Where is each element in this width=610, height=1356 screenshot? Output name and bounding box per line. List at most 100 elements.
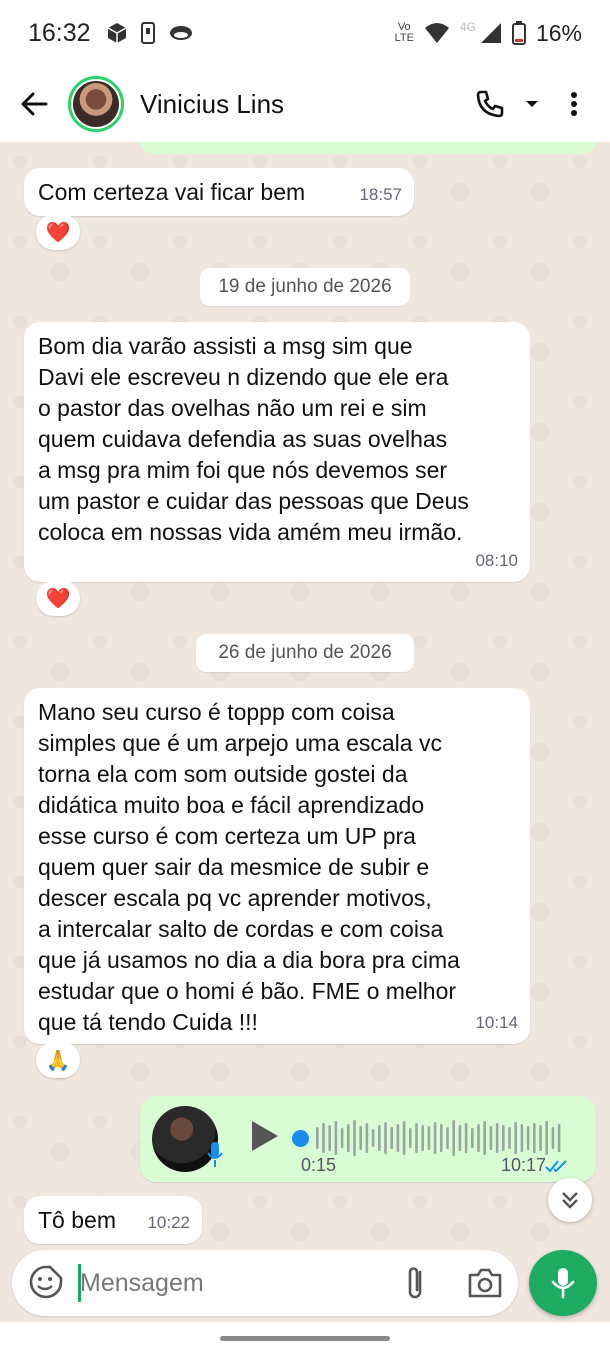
voice-message-outgoing[interactable]: 0:15 10:17: [140, 1096, 596, 1182]
sticker-icon: [29, 1265, 63, 1299]
camera-button[interactable]: [466, 1264, 504, 1302]
waveform-bar: [433, 1122, 437, 1154]
message-time: 08:10: [475, 551, 518, 570]
battery-percent: 16%: [535, 19, 582, 46]
waveform-bar: [384, 1122, 387, 1154]
waveform-bar: [452, 1120, 455, 1156]
status-time: 16:32: [28, 18, 91, 47]
waveform-bar: [477, 1124, 480, 1152]
message-input-container: [12, 1250, 518, 1316]
back-arrow-icon: [21, 92, 48, 116]
voice-waveform[interactable]: [314, 1118, 568, 1158]
date-separator: 26 de junho de 2026: [196, 634, 414, 672]
playback-scrubber[interactable]: [292, 1130, 309, 1147]
waveform-bar: [557, 1124, 561, 1152]
waveform-bar: [334, 1121, 338, 1155]
signal-icon: [480, 23, 501, 43]
cloud-icon: [169, 26, 192, 40]
waveform-bar: [539, 1125, 542, 1151]
composer: [0, 1250, 610, 1322]
waveform-bar: [440, 1124, 443, 1152]
voice-duration: 0:15: [301, 1155, 337, 1175]
call-options-button[interactable]: [520, 82, 544, 126]
waveform-bar: [502, 1125, 505, 1151]
status-right: Vo LTE 4G 16%: [395, 20, 582, 47]
reaction-emoji: ❤️: [45, 587, 71, 610]
waveform-bar: [365, 1123, 369, 1153]
waveform-bar: [340, 1128, 344, 1148]
waveform-bar: [458, 1125, 462, 1151]
waveform-bar: [489, 1126, 493, 1150]
date-separator: 19 de junho de 2026: [200, 268, 410, 306]
phone-icon: [476, 90, 504, 118]
mic-badge-icon: [204, 1140, 226, 1170]
waveform-bar: [483, 1121, 486, 1155]
sticker-button[interactable]: [28, 1264, 64, 1300]
read-ticks-icon: [545, 1160, 567, 1173]
message-input[interactable]: [80, 1260, 380, 1306]
volte-indicator: Vo LTE: [394, 21, 414, 44]
waveform-bar: [316, 1127, 319, 1149]
paperclip-icon: [408, 1267, 422, 1299]
message-bubble-incoming[interactable]: Mano seu curso é toppp com coisa simples…: [24, 688, 530, 1044]
wifi-icon: [424, 23, 449, 43]
battery-icon: [511, 21, 526, 45]
mic-icon: [551, 1268, 575, 1299]
play-button[interactable]: [244, 1116, 284, 1156]
message-reaction[interactable]: ❤️: [36, 214, 80, 250]
message-time: 18:57: [359, 185, 402, 204]
play-icon: [252, 1121, 278, 1151]
double-chevron-down-icon: [562, 1192, 578, 1209]
waveform-bar: [471, 1128, 474, 1148]
reaction-emoji: ❤️: [45, 221, 71, 244]
chat-messages-area[interactable]: Com certeza vai ficar bem 18:57 ❤️ 19 de…: [0, 142, 610, 1250]
contact-name[interactable]: Vinicius Lins: [140, 89, 284, 120]
back-button[interactable]: [6, 76, 62, 132]
camera-icon: [468, 1268, 502, 1298]
box-icon: [107, 23, 126, 43]
waveform-bar: [495, 1123, 499, 1153]
avatar: [73, 81, 119, 127]
message-text: Tô bem: [38, 1207, 116, 1233]
message-reaction[interactable]: 🙏: [36, 1042, 80, 1078]
sim-icon: [140, 22, 155, 44]
message-time: 10:14: [475, 1013, 518, 1032]
waveform-bar: [347, 1124, 350, 1152]
status-notification-icons: [107, 22, 193, 44]
waveform-bar: [551, 1127, 555, 1149]
waveform-bar: [520, 1124, 524, 1152]
reaction-emoji: 🙏: [45, 1049, 71, 1072]
waveform-bar: [446, 1127, 449, 1149]
waveform-bar: [409, 1128, 412, 1148]
waveform-bar: [545, 1121, 548, 1155]
message-bubble-incoming[interactable]: Com certeza vai ficar bem 18:57: [24, 168, 414, 216]
waveform-bar: [396, 1124, 400, 1152]
waveform-bar: [371, 1129, 375, 1147]
home-gesture-pill[interactable]: [220, 1336, 390, 1341]
status-bar: 16:32 Vo LTE 4G 16%: [0, 0, 610, 66]
waveform-bar: [508, 1127, 511, 1149]
waveform-bar: [514, 1122, 517, 1154]
message-text: Com certeza vai ficar bem: [38, 179, 306, 205]
scroll-to-bottom-button[interactable]: [548, 1178, 592, 1222]
waveform-bar: [353, 1120, 356, 1156]
previous-message-edge: [140, 142, 596, 154]
message-bubble-incoming[interactable]: Tô bem 10:22: [24, 1196, 202, 1244]
waveform-bar: [421, 1125, 424, 1151]
contact-avatar-ring[interactable]: [68, 76, 124, 132]
call-button[interactable]: [468, 82, 512, 126]
waveform-bar: [427, 1126, 431, 1150]
message-bubble-incoming[interactable]: Bom dia varão assisti a msg sim que Davi…: [24, 322, 530, 582]
message-reaction[interactable]: ❤️: [36, 580, 80, 616]
waveform-bar: [322, 1123, 325, 1153]
waveform-bar: [402, 1121, 406, 1155]
waveform-bar: [328, 1125, 331, 1151]
more-vertical-icon: [571, 92, 577, 116]
waveform-bar: [378, 1125, 381, 1151]
chevron-down-icon: [526, 101, 538, 107]
voice-record-button[interactable]: [529, 1250, 597, 1316]
header-actions: [468, 82, 596, 126]
more-options-button[interactable]: [552, 82, 596, 126]
attach-button[interactable]: [398, 1264, 434, 1302]
message-time: 10:17: [501, 1155, 547, 1175]
